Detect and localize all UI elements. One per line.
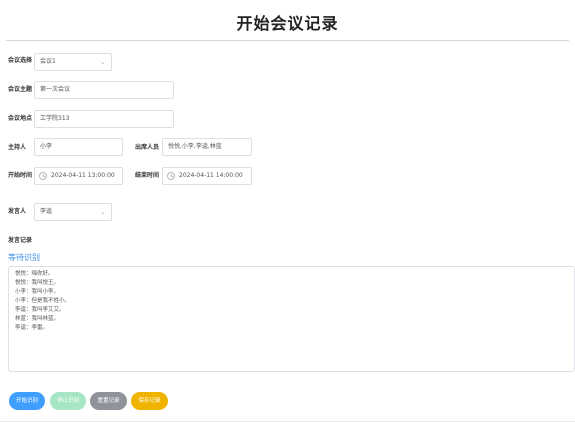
meeting-select[interactable]: 会议1 ⌄ [34, 53, 112, 71]
meeting-select-label: 会议选择 [8, 57, 33, 64]
record-line: 林蓝：我叫林蓝。 [15, 316, 60, 322]
stop-recognition-button[interactable]: 停止识别 [50, 392, 86, 410]
reset-record-button[interactable]: 重置记录 [90, 392, 127, 410]
save-record-button[interactable]: 保存记录 [131, 392, 168, 410]
meeting-select-value: 会议1 [40, 58, 56, 65]
speaker-select[interactable]: 李逵 ⌄ [34, 203, 112, 221]
title-divider [6, 40, 569, 41]
location-input[interactable]: 工学院313 [34, 110, 174, 128]
page-title: 开始会议记录 [236, 14, 339, 33]
start-time-picker[interactable]: 2024-04-11 13:00:00 [34, 167, 123, 185]
host-input[interactable]: 小李 [34, 138, 123, 156]
record-line: 李逵：我叫李艾艾。 [15, 307, 65, 313]
recognition-status: 等待识别 [8, 253, 40, 262]
start-time-label: 开始时间 [8, 172, 33, 179]
topic-input[interactable]: 第一次会议 [34, 81, 174, 99]
attendees-label: 出席人员 [135, 144, 160, 151]
location-label: 会议地点 [8, 115, 33, 122]
chevron-down-icon: ⌄ [100, 208, 106, 216]
start-recognition-button[interactable]: 开始识别 [9, 392, 45, 410]
host-label: 主持人 [8, 144, 27, 151]
topic-label: 会议主题 [8, 86, 33, 93]
start-time-value: 2024-04-11 13:00:00 [51, 172, 115, 179]
record-line: 李逵：李雷。 [15, 325, 49, 331]
speaker-label: 发言人 [8, 208, 27, 215]
chevron-down-icon: ⌄ [100, 58, 106, 66]
bottom-divider [0, 421, 575, 422]
record-line: 悦悦：我叫悦王。 [15, 280, 60, 286]
attendees-input[interactable]: 悦悦,小李,李逵,林蓝 [162, 138, 252, 156]
clock-icon [167, 172, 175, 180]
speaker-select-value: 李逵 [40, 208, 53, 215]
end-time-label: 结束时间 [135, 172, 160, 179]
end-time-value: 2024-04-11 14:00:00 [179, 172, 243, 179]
record-line: 小李：我叫小李。 [15, 289, 60, 295]
record-textarea[interactable]: 悦悦：嗨你好。 悦悦：我叫悦王。 小李：我叫小李。 小李：但是我不姓小。 李逵：… [8, 266, 575, 372]
record-line: 悦悦：嗨你好。 [15, 271, 54, 277]
record-line: 小李：但是我不姓小。 [15, 298, 71, 304]
clock-icon [39, 172, 47, 180]
record-label: 发言记录 [8, 237, 33, 244]
end-time-picker[interactable]: 2024-04-11 14:00:00 [162, 167, 252, 185]
